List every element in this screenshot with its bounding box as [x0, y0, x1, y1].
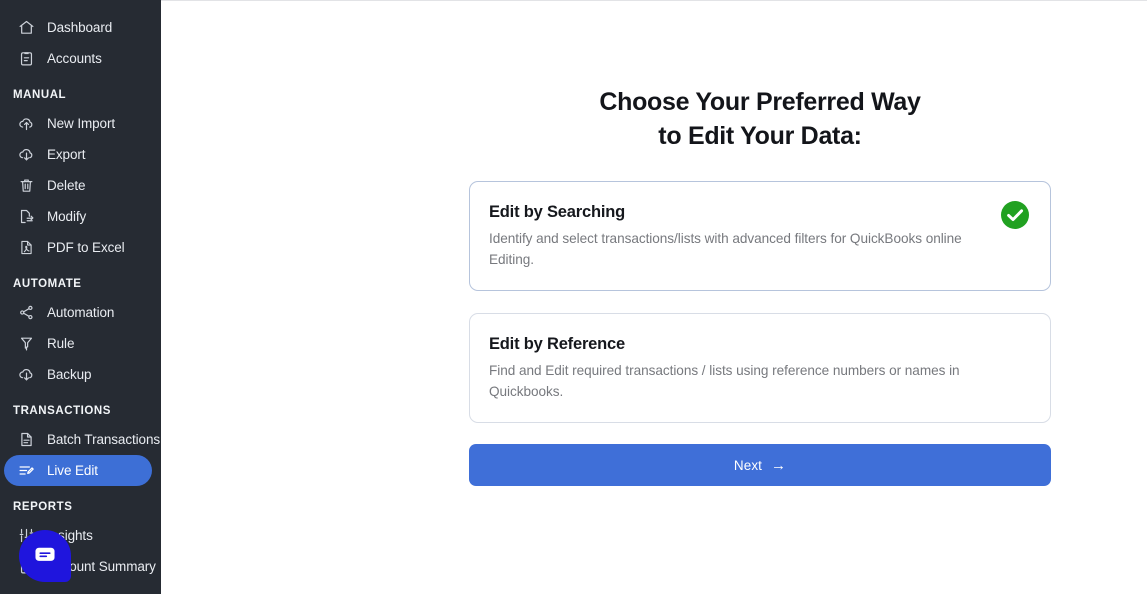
option-title: Edit by Searching	[489, 203, 625, 221]
document-icon	[18, 431, 35, 448]
sidebar-item-rule[interactable]: Rule	[4, 328, 152, 359]
app-root: Dashboard Accounts MANUAL New Import Exp…	[0, 0, 1147, 594]
sidebar-item-accounts[interactable]: Accounts	[4, 43, 152, 74]
sidebar-item-delete[interactable]: Delete	[4, 170, 152, 201]
share-nodes-icon	[18, 304, 35, 321]
sidebar-item-label: Batch Transactions	[47, 431, 161, 447]
cloud-download-icon	[18, 366, 35, 383]
sidebar-section-reports: REPORTS	[13, 501, 73, 513]
option-card-list: Edit by Searching Identify and select tr…	[469, 181, 1051, 424]
sidebar-item-label: Live Edit	[47, 462, 98, 478]
file-pdf-icon	[18, 239, 35, 256]
sidebar-item-label: Automation	[47, 304, 115, 320]
option-description: Identify and select transactions/lists w…	[489, 231, 962, 268]
option-card-edit-by-reference[interactable]: Edit by Reference Find and Edit required…	[469, 313, 1051, 424]
sidebar-section-transactions: TRANSACTIONS	[13, 405, 111, 417]
sidebar-item-label: PDF to Excel	[47, 239, 125, 255]
sidebar-item-label: Backup	[47, 366, 92, 382]
check-circle-icon	[1000, 200, 1030, 230]
sidebar-item-new-import[interactable]: New Import	[4, 108, 152, 139]
cloud-upload-icon	[18, 115, 35, 132]
edit-lines-icon	[18, 462, 35, 479]
sidebar-item-dashboard[interactable]: Dashboard	[4, 12, 152, 43]
sidebar-item-label: Modify	[47, 208, 87, 224]
file-edit-icon	[18, 208, 35, 225]
sidebar-item-label: Dashboard	[47, 19, 113, 35]
option-title: Edit by Reference	[489, 335, 625, 354]
trash-icon	[18, 177, 35, 194]
chat-bubble-icon	[32, 541, 58, 572]
clipboard-icon	[18, 50, 35, 67]
sidebar-item-export[interactable]: Export	[4, 139, 152, 170]
main-content: Choose Your Preferred Way to Edit Your D…	[161, 0, 1147, 594]
sidebar-item-backup[interactable]: Backup	[4, 359, 152, 390]
page-title: Choose Your Preferred Way to Edit Your D…	[469, 85, 1051, 153]
home-icon	[18, 19, 35, 36]
page-title-line1: Choose Your Preferred Way	[599, 88, 921, 116]
sidebar-section-automate: AUTOMATE	[13, 278, 82, 290]
sidebar: Dashboard Accounts MANUAL New Import Exp…	[0, 0, 161, 594]
cloud-download-icon	[18, 146, 35, 163]
next-button-label: Next	[733, 457, 763, 473]
option-card-edit-by-searching[interactable]: Edit by Searching Identify and select tr…	[469, 181, 1051, 292]
sidebar-item-label: Delete	[47, 177, 86, 193]
funnel-rule-icon	[18, 335, 35, 352]
page-title-line2: to Edit Your Data:	[658, 122, 862, 150]
sidebar-item-modify[interactable]: Modify	[4, 201, 152, 232]
option-description: Find and Edit required transactions / li…	[489, 363, 960, 400]
choice-panel: Choose Your Preferred Way to Edit Your D…	[469, 0, 1051, 487]
sidebar-item-automation[interactable]: Automation	[4, 297, 152, 328]
sidebar-item-label: Export	[47, 146, 86, 162]
sidebar-section-manual: MANUAL	[13, 89, 67, 101]
arrow-right-icon: →	[771, 456, 787, 474]
sidebar-item-pdf-to-excel[interactable]: PDF to Excel	[4, 232, 152, 263]
sidebar-item-batch-transactions[interactable]: Batch Transactions	[4, 424, 160, 455]
next-button[interactable]: Next →	[469, 444, 1051, 487]
sidebar-item-label: Accounts	[47, 50, 102, 66]
sidebar-item-label: New Import	[47, 115, 116, 131]
sidebar-item-label: Rule	[47, 335, 75, 351]
top-divider	[161, 0, 1147, 1]
sidebar-item-live-edit[interactable]: Live Edit	[4, 455, 152, 486]
chat-launcher-button[interactable]	[19, 530, 71, 582]
